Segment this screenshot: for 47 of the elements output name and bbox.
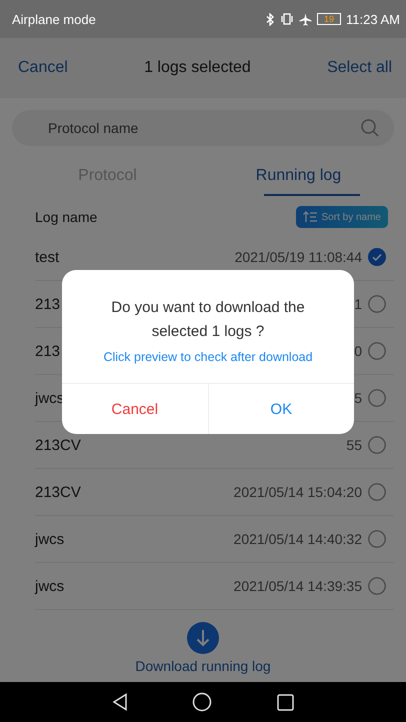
home-icon[interactable] xyxy=(192,692,212,712)
log-time: 2021/05/14 15:04:20 xyxy=(234,484,362,500)
back-icon[interactable] xyxy=(112,693,128,711)
log-time: 0 xyxy=(354,343,362,359)
log-name: test xyxy=(35,248,60,266)
download-link[interactable]: Download running log xyxy=(135,658,271,674)
cancel-button[interactable]: Cancel xyxy=(12,55,74,81)
log-time: 2021/05/19 11:08:44 xyxy=(234,249,362,265)
battery-level: 19 xyxy=(317,13,342,25)
log-time: 55 xyxy=(346,437,362,453)
log-name: jwcs xyxy=(35,578,64,594)
cancel-button[interactable]: Cancel xyxy=(62,384,208,434)
log-time: 5 xyxy=(354,390,362,406)
sort-icon xyxy=(302,211,317,223)
bluetooth-icon xyxy=(266,12,276,26)
log-name: 213 xyxy=(35,296,60,312)
log-time: 1 xyxy=(354,296,362,312)
download-icon[interactable] xyxy=(187,622,219,654)
log-name: 213CV xyxy=(35,436,81,454)
airplane-icon xyxy=(299,12,312,26)
column-label: Log name xyxy=(35,209,98,225)
unchecked-radio[interactable] xyxy=(368,483,386,501)
select-all-button[interactable]: Select all xyxy=(321,55,398,81)
dialog-hint: Click preview to check after download xyxy=(103,350,313,364)
dialog-message: Do you want to download the selected 1 logs ? xyxy=(110,298,306,342)
status-time: 11:23 AM xyxy=(346,12,400,26)
log-name: 213CV xyxy=(35,484,81,500)
unchecked-radio[interactable] xyxy=(368,530,386,548)
unchecked-radio[interactable] xyxy=(368,436,386,454)
header-title: 1 logs selected xyxy=(144,59,251,77)
log-time: 2021/05/14 14:40:32 xyxy=(234,531,362,547)
ok-button[interactable]: OK xyxy=(208,384,354,434)
search-field[interactable]: Protocol name xyxy=(12,110,394,146)
search-icon xyxy=(360,118,380,138)
status-text: Airplane mode xyxy=(12,12,96,26)
log-name: jwcs xyxy=(35,530,64,548)
log-name: 213 xyxy=(35,342,60,360)
vibrate-icon xyxy=(280,13,294,25)
log-time: 2021/05/14 14:39:35 xyxy=(234,578,362,594)
unchecked-radio[interactable] xyxy=(368,342,386,360)
sort-button[interactable]: Sort by name xyxy=(296,206,388,228)
unchecked-radio[interactable] xyxy=(368,577,386,595)
unchecked-radio[interactable] xyxy=(368,389,386,407)
checked-radio[interactable] xyxy=(368,248,386,266)
tab[interactable]: Running log xyxy=(203,152,394,200)
recents-icon[interactable] xyxy=(276,694,294,710)
unchecked-radio[interactable] xyxy=(368,295,386,313)
